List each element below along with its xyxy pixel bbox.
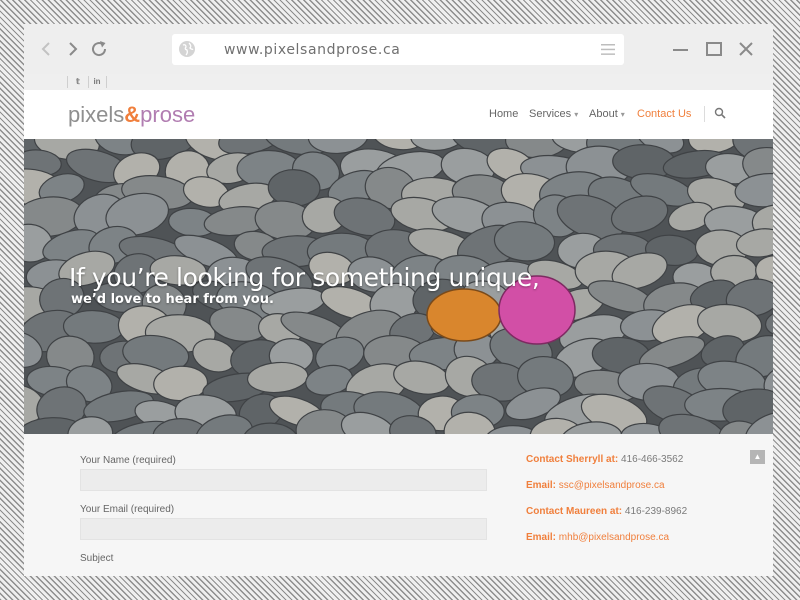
contact-sherryll-phone: 416-466-3562 <box>621 454 684 465</box>
twitter-icon[interactable]: 𝕥 <box>71 76 85 88</box>
email-field-label: Your Email (required) <box>80 504 175 515</box>
email-2-label: Email: <box>526 532 557 543</box>
linkedin-icon[interactable]: in <box>90 76 104 88</box>
contact-maureen-label: Contact Maureen at: <box>526 506 623 517</box>
email-2-link[interactable]: mhb@pixelsandprose.ca <box>559 532 669 543</box>
maximize-icon <box>706 42 722 56</box>
nav-contact-us[interactable]: Contact Us <box>637 108 691 120</box>
nav-about[interactable]: About ▾ <box>589 108 625 120</box>
search-icon[interactable] <box>714 107 726 119</box>
maximize-button[interactable] <box>705 40 723 58</box>
scroll-to-top-button[interactable]: ▲ <box>750 450 765 464</box>
divider <box>67 76 68 88</box>
chevron-down-icon: ▾ <box>620 110 625 119</box>
chevron-left-icon <box>41 42 50 56</box>
social-bar: 𝕥 in <box>24 74 773 90</box>
contact-maureen-phone: 416-239-8962 <box>624 506 688 517</box>
logo-ampersand: & <box>124 102 141 127</box>
close-icon <box>739 42 753 56</box>
subject-field-label: Subject <box>80 553 114 564</box>
url-text[interactable]: www.pixelsandprose.ca <box>224 42 400 58</box>
reload-icon <box>92 41 107 57</box>
contact-email-2: Email: mhb@pixelsandprose.ca <box>526 532 669 543</box>
nav-services-label: Services <box>529 108 572 120</box>
hero-banner: If you’re looking for something unique, … <box>24 139 773 434</box>
globe-icon <box>179 41 195 57</box>
email-1-link[interactable]: ssc@pixelsandprose.ca <box>559 480 665 491</box>
close-button[interactable] <box>737 40 755 58</box>
back-button[interactable] <box>36 38 58 60</box>
contact-sherryll: Contact Sherryll at: 416-466-3562 <box>526 454 683 465</box>
hamburger-menu-icon[interactable] <box>601 43 615 56</box>
divider <box>704 106 705 122</box>
hero-subline: we’d love to hear from you. <box>71 292 274 307</box>
nav-home[interactable]: Home <box>489 108 518 120</box>
name-field-label: Your Name (required) <box>80 455 176 466</box>
chevron-down-icon: ▾ <box>574 110 579 119</box>
nav-services[interactable]: Services ▾ <box>529 108 578 120</box>
hero-headline: If you’re looking for something unique, <box>69 263 540 292</box>
divider <box>106 76 107 88</box>
address-bar[interactable]: www.pixelsandprose.ca <box>172 34 624 65</box>
contact-sherryll-label: Contact Sherryll at: <box>526 454 619 465</box>
contact-email-1: Email: ssc@pixelsandprose.ca <box>526 480 665 491</box>
nav-about-label: About <box>589 108 618 120</box>
chevron-right-icon <box>69 42 78 56</box>
site-logo[interactable]: pixels&prose <box>68 104 195 126</box>
logo-word-prose: prose <box>140 102 196 127</box>
browser-window: www.pixelsandprose.ca 𝕥 in pixels&prose … <box>24 24 773 576</box>
name-field[interactable] <box>80 469 487 491</box>
email-1-label: Email: <box>526 480 557 491</box>
reload-button[interactable] <box>88 38 110 60</box>
minimize-button[interactable] <box>672 40 690 58</box>
browser-toolbar: www.pixelsandprose.ca <box>24 24 773 74</box>
forward-button[interactable] <box>62 38 84 60</box>
divider <box>88 76 89 88</box>
site-header: pixels&prose Home Services ▾ About ▾ Conta… <box>24 90 773 139</box>
minimize-icon <box>673 49 688 51</box>
logo-word-pixels: pixels <box>68 102 125 127</box>
contact-section: Your Name (required) Your Email (require… <box>24 434 773 576</box>
email-field[interactable] <box>80 518 487 540</box>
contact-maureen: Contact Maureen at: 416-239-8962 <box>526 506 687 517</box>
